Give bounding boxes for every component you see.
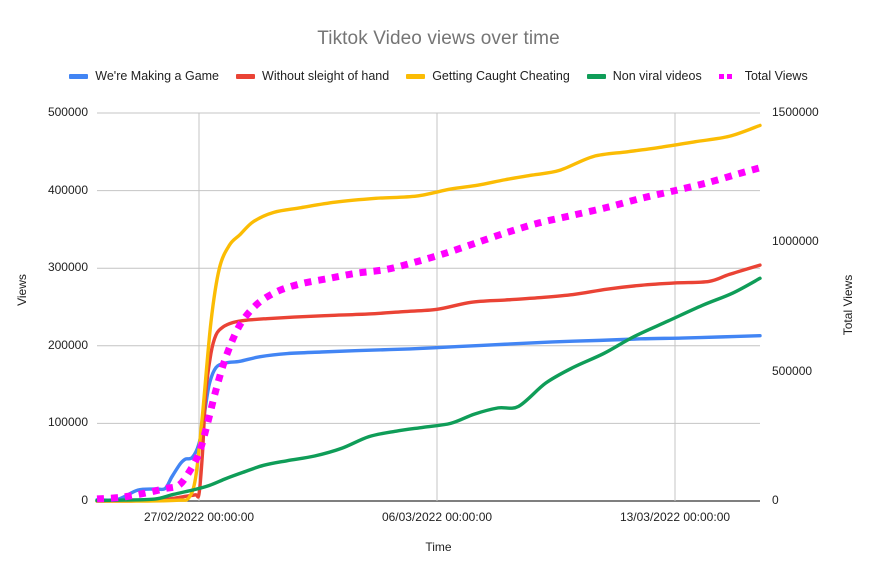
y-axis-left-tick-label: 500000 (47, 105, 88, 119)
x-axis-tick-label: 06/03/2022 00:00:00 (381, 510, 493, 524)
y-axis-right-tick-label: 0 (772, 493, 779, 507)
y-axis-left-tick-label: 0 (81, 493, 88, 507)
y-axis-left-tick-label: 200000 (47, 337, 88, 352)
y-axis-right-tick-label: 1500000 (772, 105, 819, 119)
x-axis-tick-label: 13/03/2022 00:00:00 (619, 510, 731, 524)
x-axis-title: Time (425, 540, 452, 554)
y-axis-left-tick-label: 400000 (47, 182, 88, 197)
y-axis-left-title: Views (15, 274, 29, 306)
x-axis-tick-label: 27/02/2022 00:00:00 (143, 510, 255, 524)
y-axis-left-tick-label: 100000 (47, 415, 88, 430)
chart-container: Tiktok Video views over time We're Makin… (0, 0, 877, 584)
plot-area (95, 112, 762, 503)
y-axis-right-tick-label: 500000 (772, 363, 813, 378)
y-axis-left-tick-label: 300000 (47, 260, 88, 275)
series-line (95, 123, 762, 503)
y-axis-right-title: Total Views (841, 274, 855, 336)
y-axis-right-tick-label: 1000000 (772, 234, 819, 249)
